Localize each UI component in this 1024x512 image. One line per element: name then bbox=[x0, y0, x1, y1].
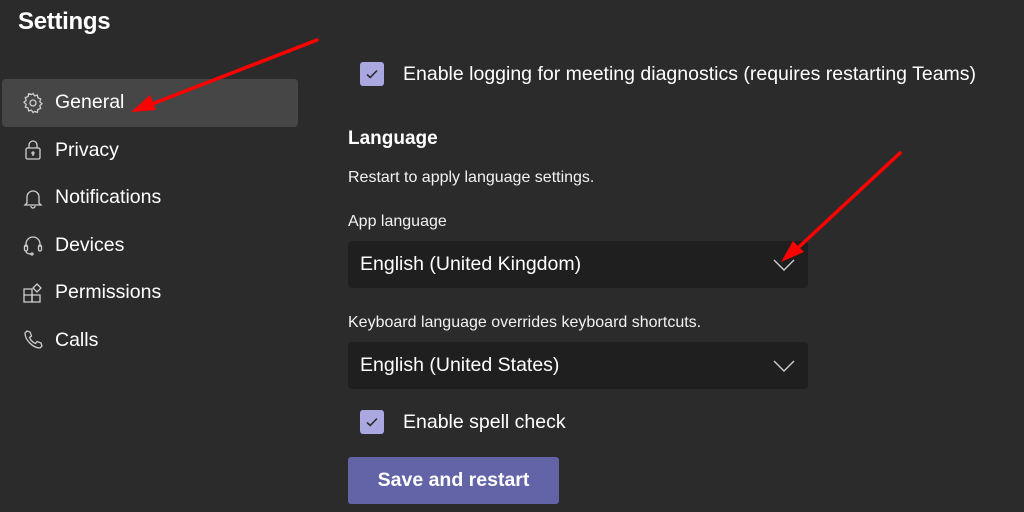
sidebar-item-label: Calls bbox=[55, 328, 99, 351]
app-language-select[interactable]: English (United Kingdom) bbox=[348, 241, 808, 288]
spellcheck-checkbox[interactable] bbox=[360, 410, 384, 434]
bell-icon bbox=[20, 185, 46, 211]
save-and-restart-button[interactable]: Save and restart bbox=[348, 457, 559, 504]
sidebar-item-general[interactable]: General bbox=[2, 79, 298, 127]
sidebar-item-calls[interactable]: Calls bbox=[2, 317, 298, 365]
sidebar-item-permissions[interactable]: Permissions bbox=[2, 269, 298, 317]
sidebar-item-label: Notifications bbox=[55, 186, 162, 209]
logging-checkbox-label: Enable logging for meeting diagnostics (… bbox=[403, 62, 977, 85]
phone-icon bbox=[20, 327, 46, 353]
logging-checkbox[interactable] bbox=[360, 62, 384, 86]
gear-icon bbox=[20, 90, 46, 116]
apps-icon bbox=[20, 280, 46, 306]
keyboard-language-value: English (United States) bbox=[360, 354, 560, 376]
app-language-value: English (United Kingdom) bbox=[360, 253, 582, 275]
sidebar-item-label: General bbox=[55, 91, 125, 114]
logging-checkbox-row[interactable]: Enable logging for meeting diagnostics (… bbox=[360, 62, 976, 86]
spellcheck-checkbox-label: Enable spell check bbox=[403, 410, 566, 433]
spellcheck-checkbox-row[interactable]: Enable spell check bbox=[360, 410, 566, 434]
sidebar-item-label: Permissions bbox=[55, 281, 162, 304]
page-title: Settings bbox=[18, 8, 111, 35]
sidebar-item-devices[interactable]: Devices bbox=[2, 222, 298, 270]
sidebar-item-notifications[interactable]: Notifications bbox=[2, 174, 298, 222]
headset-icon bbox=[20, 232, 46, 258]
language-heading: Language bbox=[348, 128, 438, 149]
language-restart-note: Restart to apply language settings. bbox=[348, 169, 595, 186]
chevron-down-icon bbox=[773, 259, 795, 271]
chevron-down-icon bbox=[773, 360, 795, 372]
sidebar-item-label: Devices bbox=[55, 233, 125, 256]
lock-icon bbox=[20, 137, 46, 163]
keyboard-language-label: Keyboard language overrides keyboard sho… bbox=[348, 314, 702, 331]
keyboard-language-select[interactable]: English (United States) bbox=[348, 342, 808, 389]
app-language-label: App language bbox=[348, 213, 447, 230]
sidebar-item-label: Privacy bbox=[55, 138, 119, 161]
checkmark-icon bbox=[366, 417, 378, 427]
settings-sidebar: General Privacy Notifications Devices Pe… bbox=[2, 79, 298, 364]
general-settings-panel: Enable logging for meeting diagnostics (… bbox=[348, 0, 1024, 512]
checkmark-icon bbox=[366, 69, 378, 79]
sidebar-item-privacy[interactable]: Privacy bbox=[2, 127, 298, 175]
